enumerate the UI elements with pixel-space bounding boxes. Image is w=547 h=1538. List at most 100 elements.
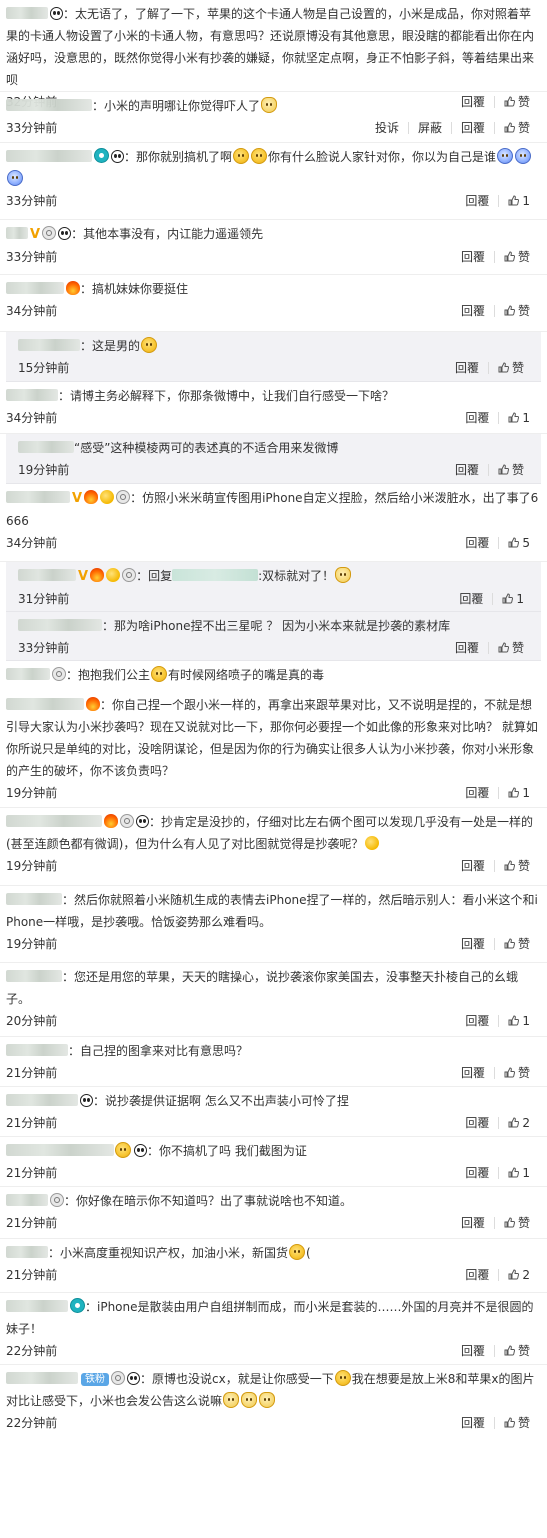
reply-button[interactable]: 回覆 [446, 642, 488, 654]
like-button[interactable]: 1 [498, 412, 539, 424]
username-blurred[interactable] [6, 491, 70, 503]
timestamp: 22分钟前 [6, 1344, 58, 1358]
reply-button[interactable]: 回覆 [446, 464, 488, 476]
reply-button[interactable]: 回覆 [450, 593, 492, 605]
username-blurred[interactable] [18, 619, 102, 631]
like-button[interactable]: 赞 [493, 121, 539, 135]
like-count: 赞 [517, 304, 530, 318]
like-button[interactable]: 1 [498, 787, 539, 799]
like-button[interactable]: 赞 [493, 860, 539, 872]
username-blurred[interactable] [6, 227, 28, 239]
reply-button[interactable]: 回覆 [452, 305, 494, 317]
reply-button[interactable]: 回覆 [456, 787, 498, 799]
username-blurred[interactable] [6, 7, 48, 19]
username-blurred[interactable] [6, 970, 62, 982]
like-button[interactable]: 赞 [487, 464, 533, 476]
reply-button[interactable]: 回覆 [446, 362, 488, 374]
reply-button[interactable]: 回覆 [452, 1217, 494, 1229]
thumbs-up-icon [508, 1269, 520, 1280]
username-blurred[interactable] [6, 1194, 48, 1206]
like-button[interactable]: 1 [492, 593, 533, 605]
reply-button[interactable]: 回覆 [456, 537, 498, 549]
like-button[interactable]: 赞 [493, 1067, 539, 1079]
like-button[interactable]: 2 [498, 1269, 539, 1281]
panda-icon [127, 1372, 140, 1385]
comment-text: 自己捏的图拿来对比有意思吗？ [80, 1044, 249, 1058]
reply-button[interactable]: 回覆 [456, 1015, 498, 1027]
like-button[interactable]: 赞 [487, 641, 533, 655]
like-button[interactable]: 1 [498, 195, 539, 207]
username-blurred[interactable] [6, 1246, 48, 1258]
thumbs-up-icon [508, 537, 520, 548]
mention-blurred[interactable] [172, 569, 259, 581]
embarrassed-emoji-icon [334, 1370, 351, 1386]
block-button[interactable]: 屏蔽 [407, 122, 451, 134]
username-blurred[interactable] [6, 1144, 114, 1156]
like-button[interactable]: 赞 [493, 304, 539, 318]
username-blurred[interactable] [6, 389, 58, 401]
comment-item: ：您还是用您的苹果，天天的瞎操心，说抄袭滚你家美国去，没事整天扑棱自己的幺蛾子。… [0, 963, 547, 1037]
username-blurred[interactable] [18, 569, 76, 581]
fire-badge-icon [90, 568, 105, 582]
like-button[interactable]: 赞 [493, 250, 539, 264]
username-blurred[interactable] [6, 1300, 68, 1312]
reply-button[interactable]: 回覆 [456, 1269, 498, 1281]
reply-item: “感受”这种模棱两可的表述真的不适合用来发微博 19分钟前 回覆 赞 [6, 434, 541, 484]
username-blurred[interactable] [6, 815, 102, 827]
like-count: 1 [522, 1014, 530, 1028]
comment-item: ：说抄袭提供证据啊 怎么又不出声装小可怜了捏 21分钟前 回覆 2 [0, 1087, 547, 1137]
username-blurred[interactable] [6, 893, 62, 905]
username-blurred[interactable] [6, 99, 92, 111]
cat-emoji-icon [261, 97, 278, 113]
comment-text-cont: :双标就对了！ [258, 569, 335, 583]
like-count: 赞 [511, 641, 524, 655]
reply-button[interactable]: 回覆 [452, 1345, 494, 1357]
reply-button[interactable]: 回覆 [452, 1067, 494, 1079]
username-blurred[interactable] [6, 1044, 68, 1056]
panda-icon [58, 227, 72, 240]
like-count: 赞 [517, 1216, 530, 1230]
reply-item: ：这是男的 15分钟前 回覆 赞 [6, 332, 541, 382]
reply-button[interactable]: 回覆 [452, 251, 494, 263]
comment-text: ：搞机妹妹你要挺住 [80, 282, 189, 296]
comment-item: ：抱抱我们公主 有时候网络喷子的嘴是真的毒 [0, 661, 547, 691]
timestamp: 20分钟前 [6, 1014, 58, 1028]
like-button[interactable]: 赞 [493, 938, 539, 950]
username-blurred[interactable] [18, 441, 74, 453]
like-button[interactable]: 赞 [493, 1417, 539, 1429]
username-blurred[interactable] [6, 1094, 78, 1106]
reply-button[interactable]: 回覆 [456, 1167, 498, 1179]
like-button[interactable]: 赞 [493, 1345, 539, 1357]
reply-button[interactable]: 回覆 [450, 122, 494, 134]
comment-item: ：你不搞机了吗 我们截图为证 21分钟前 回覆 1 [0, 1137, 547, 1187]
username-blurred[interactable] [6, 668, 50, 680]
like-button[interactable]: 1 [498, 1167, 539, 1179]
duck-emoji-icon [365, 836, 380, 850]
medal-icon [52, 667, 66, 681]
thumbs-up-icon [508, 195, 520, 206]
like-button[interactable]: 赞 [487, 362, 533, 374]
reply-button[interactable]: 回覆 [452, 1417, 494, 1429]
username-blurred[interactable] [6, 150, 92, 162]
username-blurred[interactable] [6, 282, 64, 294]
reply-button[interactable]: 回覆 [456, 1117, 498, 1129]
embarrassed-emoji-icon [233, 148, 250, 164]
username-blurred[interactable] [6, 1372, 78, 1384]
dizzy-emoji-icon [7, 170, 23, 186]
like-button[interactable]: 赞 [493, 1216, 539, 1230]
like-count: 赞 [517, 250, 530, 264]
reply-button[interactable]: 回覆 [456, 195, 498, 207]
username-blurred[interactable] [18, 339, 80, 351]
reply-button[interactable]: 回覆 [452, 860, 494, 872]
panda-icon [50, 7, 63, 20]
like-button[interactable]: 1 [498, 1015, 539, 1027]
timestamp: 21分钟前 [6, 1066, 58, 1080]
username-blurred[interactable] [6, 698, 84, 710]
reply-button[interactable]: 回覆 [452, 938, 494, 950]
reply-button[interactable]: 回覆 [456, 412, 498, 424]
like-count: 赞 [517, 121, 530, 135]
report-button[interactable]: 投诉 [366, 122, 408, 134]
like-button[interactable]: 2 [498, 1117, 539, 1129]
like-button[interactable]: 5 [498, 537, 539, 549]
comment-text: 小米高度重视知识产权，加油小米，新国货 [60, 1246, 289, 1260]
